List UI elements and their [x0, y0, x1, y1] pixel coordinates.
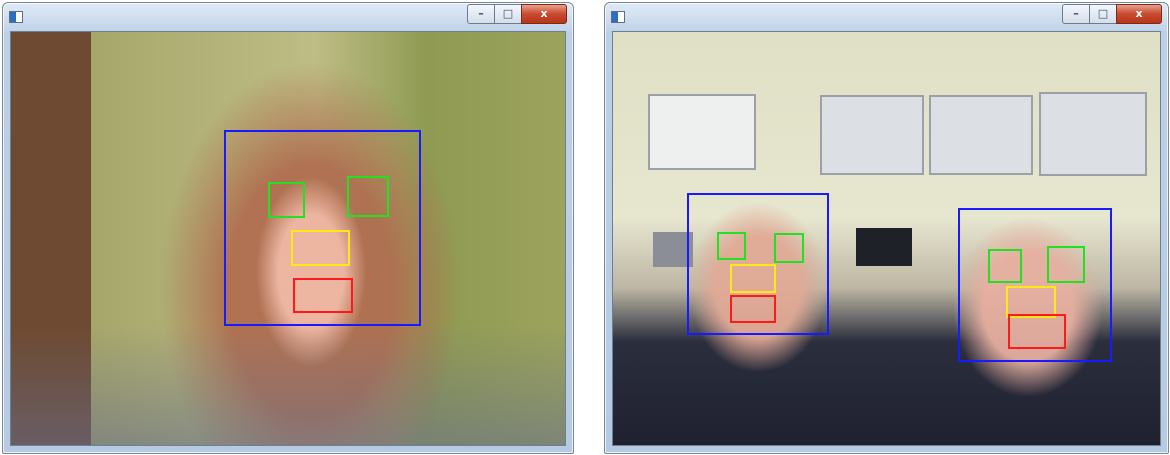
webcam-window-left: – □ x [2, 2, 574, 454]
wall-poster [648, 94, 756, 170]
close-button[interactable]: x [521, 4, 567, 24]
mouth-detection-box [293, 278, 353, 313]
close-button[interactable]: x [1116, 4, 1162, 24]
minimize-button[interactable]: – [467, 4, 495, 24]
background-monitor [856, 228, 912, 266]
webcam-feed [10, 31, 566, 446]
app-window-icon [9, 11, 23, 23]
maximize-button[interactable]: □ [1089, 4, 1117, 24]
mouth-detection-box [730, 295, 776, 323]
nose-detection-box [291, 230, 350, 266]
caption-buttons: – □ x [467, 4, 567, 24]
eye-detection-box [268, 182, 305, 218]
wall-poster [820, 95, 924, 175]
wall-poster [1039, 92, 1147, 176]
webcam-window-right: – □ x [604, 2, 1169, 454]
nose-detection-box [730, 264, 776, 293]
maximize-button[interactable]: □ [494, 4, 522, 24]
mouth-detection-box [1008, 314, 1066, 349]
wall-poster [929, 95, 1033, 175]
caption-buttons: – □ x [1062, 4, 1162, 24]
eye-detection-box [717, 232, 746, 260]
minimize-button[interactable]: – [1062, 4, 1090, 24]
app-window-icon [611, 11, 625, 23]
eye-detection-box [347, 176, 389, 217]
eye-detection-box [774, 233, 804, 263]
eye-detection-box [988, 249, 1022, 283]
webcam-feed [612, 31, 1161, 446]
eye-detection-box [1047, 246, 1085, 283]
